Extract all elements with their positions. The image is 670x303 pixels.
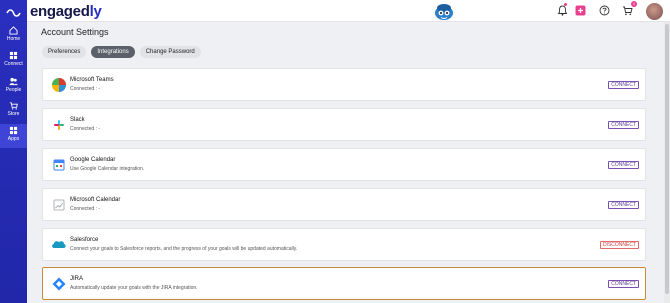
cart-count-badge: 1 [631, 1, 637, 7]
page-scrollbar[interactable] [664, 22, 670, 303]
mascot-icon [435, 4, 453, 20]
disconnect-button[interactable]: DISCONNECT [599, 241, 639, 249]
home-icon [9, 26, 18, 35]
connect-button[interactable]: CONNECT [608, 161, 639, 169]
connect-icon [9, 51, 18, 60]
microsoft-teams-icon [52, 78, 66, 92]
connect-button[interactable]: CONNECT [608, 280, 639, 288]
integration-name: Microsoft Teams [70, 77, 114, 83]
integration-name: Slack [70, 117, 85, 123]
settings-tabs: Preferences Integrations Change Password [42, 46, 201, 58]
integration-card-slack: Slack Connected : - CONNECT [42, 108, 646, 141]
apps-icon [9, 126, 18, 135]
integration-name: JIRA [70, 276, 84, 282]
nav-item-store[interactable]: Store [0, 101, 27, 123]
scrollbar-thumb[interactable] [665, 24, 669, 294]
integration-card-jira: JIRA Automatically update your goals wit… [42, 267, 646, 300]
integration-name: Google Calendar [70, 157, 116, 163]
integration-name: Salesforce [70, 237, 99, 243]
nav-item-home[interactable]: Home [0, 26, 27, 48]
notification-dot [564, 3, 567, 6]
user-avatar[interactable] [646, 3, 663, 20]
google-calendar-icon [53, 159, 65, 171]
brand-text: engaged [30, 3, 90, 20]
integration-description: Connected : - [70, 126, 101, 132]
top-bar: engagedly 1 [27, 0, 670, 22]
integration-description: Automatically update your goals with the… [70, 285, 198, 291]
cart-icon[interactable] [622, 5, 633, 16]
integration-description: Use Google Calendar integration. [70, 166, 145, 172]
add-plus-icon[interactable] [575, 5, 586, 16]
notification-bell-icon[interactable] [557, 5, 568, 16]
slack-icon [54, 120, 64, 130]
side-nav: Home Connect People Store Apps [0, 0, 27, 303]
people-icon [9, 77, 18, 86]
connect-button[interactable]: CONNECT [608, 121, 639, 129]
integration-name: Microsoft Calendar [70, 197, 121, 203]
integration-description: Connect your goals to Salesforce reports… [70, 246, 298, 252]
brand-logo[interactable]: engagedly [30, 3, 102, 20]
nav-item-label: Store [7, 111, 20, 117]
tab-preferences[interactable]: Preferences [42, 46, 87, 58]
nav-item-label: Apps [7, 136, 20, 142]
nav-item-connect[interactable]: Connect [0, 51, 27, 73]
integration-card-salesforce: Salesforce Connect your goals to Salesfo… [42, 228, 646, 261]
tab-integrations[interactable]: Integrations [91, 46, 135, 58]
nav-item-label: Home [6, 36, 21, 42]
page-title: Account Settings [41, 27, 109, 37]
microsoft-calendar-icon [53, 199, 65, 211]
nav-item-people[interactable]: People [0, 77, 27, 99]
integration-card-microsoft-teams: Microsoft Teams Connected : - CONNECT [42, 68, 646, 101]
tab-change-password[interactable]: Change Password [139, 46, 201, 58]
nav-item-apps[interactable]: Apps [0, 124, 27, 148]
integration-card-microsoft-calendar: Microsoft Calendar Connected : - CONNECT [42, 188, 646, 221]
nav-item-label: Connect [4, 61, 23, 67]
jira-icon [52, 277, 66, 291]
connect-button[interactable]: CONNECT [608, 201, 639, 209]
integration-description: Connected : - [70, 86, 101, 92]
help-icon[interactable] [599, 5, 610, 16]
nav-item-label: People [5, 87, 22, 93]
salesforce-icon [52, 241, 66, 248]
brand-accent-text: ly [89, 3, 102, 20]
integration-card-google-calendar: Google Calendar Use Google Calendar inte… [42, 148, 646, 181]
connect-button[interactable]: CONNECT [608, 81, 639, 89]
integration-description: Connected : - [70, 206, 101, 212]
engagedly-logo-icon[interactable] [6, 8, 21, 18]
store-icon [9, 102, 18, 110]
